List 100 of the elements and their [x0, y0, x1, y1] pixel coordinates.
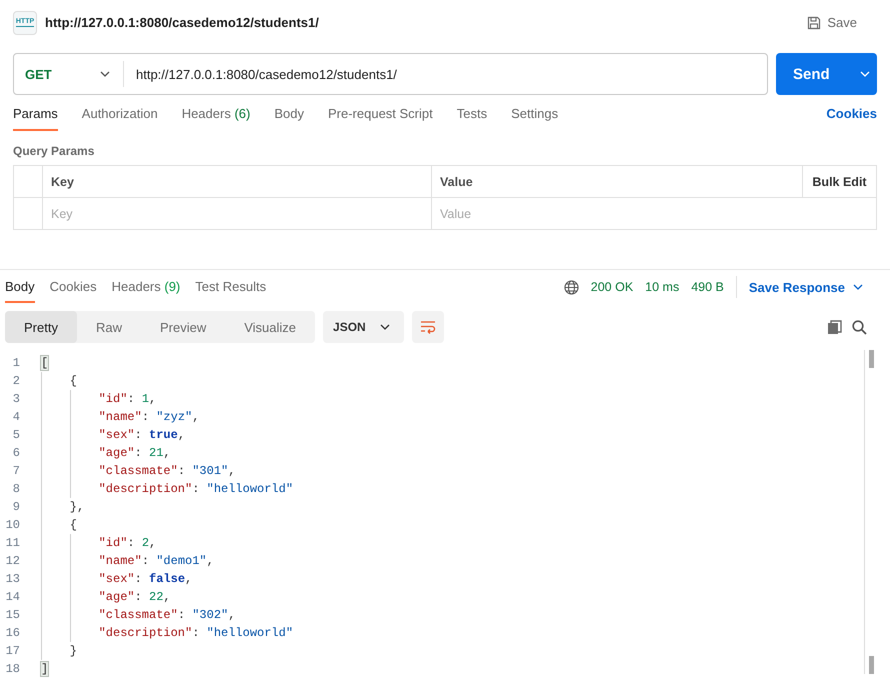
chevron-down-icon — [100, 71, 110, 77]
request-tab[interactable]: Pre-request Script — [328, 100, 433, 131]
line-number: 5 — [12, 427, 20, 444]
code-token: 2 — [142, 536, 150, 550]
line-number: 6 — [12, 445, 20, 462]
line-number: 1 — [12, 355, 20, 372]
line-number: 7 — [12, 463, 20, 480]
code-token: true — [149, 428, 178, 442]
code-token: } — [70, 644, 77, 658]
request-tab[interactable]: Tests — [456, 100, 488, 131]
code-token: : — [142, 554, 150, 568]
code-token: , — [206, 554, 214, 568]
code-token: [ — [41, 356, 48, 370]
status-code[interactable]: 200 OK — [590, 280, 634, 294]
chevron-down-icon[interactable] — [860, 71, 870, 77]
code-token: : — [192, 626, 200, 640]
response-size[interactable]: 490 B — [691, 280, 724, 294]
column-header: Key — [42, 166, 432, 198]
line-number: 13 — [4, 571, 20, 588]
save-button[interactable]: Save — [807, 11, 877, 34]
request-tab[interactable]: Headers (6) — [182, 100, 250, 131]
bulk-edit-button[interactable]: Bulk Edit — [802, 166, 876, 198]
code-token: , — [149, 536, 156, 550]
response-tab[interactable]: Cookies — [50, 271, 97, 303]
view-mode-tab[interactable]: Pretty — [5, 311, 77, 343]
code-token: : — [192, 482, 200, 496]
send-button[interactable]: Send — [776, 53, 877, 95]
response-tab[interactable]: Test Results — [195, 271, 266, 303]
save-icon — [807, 16, 822, 30]
code-token: "classmate" — [98, 464, 178, 478]
response-tab[interactable]: Body — [5, 271, 35, 303]
code-token: : — [127, 536, 136, 550]
request-tab[interactable]: Authorization — [82, 100, 158, 131]
code-token: "302" — [192, 608, 228, 622]
wrap-lines-icon[interactable] — [412, 311, 444, 343]
line-number: 17 — [4, 643, 20, 660]
code-token: : — [134, 446, 143, 460]
table-cell — [14, 198, 42, 230]
code-token: ] — [41, 662, 48, 676]
code-token: : — [134, 590, 143, 604]
globe-icon[interactable] — [564, 280, 579, 294]
code-token: 21 — [149, 446, 164, 460]
line-number: 11 — [4, 535, 20, 552]
view-mode-tab[interactable]: Raw — [76, 311, 141, 343]
code-token: "name" — [98, 410, 142, 424]
table-cell — [14, 166, 42, 198]
line-number: 8 — [12, 481, 20, 498]
request-tab[interactable]: Settings — [511, 100, 558, 131]
code-token: "sex" — [98, 572, 135, 586]
code-token: : — [142, 410, 150, 424]
code-token: "description" — [98, 482, 192, 496]
code-token: "301" — [192, 464, 228, 478]
code-token: false — [149, 572, 186, 586]
request-tab[interactable]: Params — [13, 100, 58, 131]
format-dropdown[interactable]: JSON — [323, 311, 404, 343]
code-token: "id" — [98, 392, 128, 406]
code-token: { — [70, 374, 77, 388]
response-tab[interactable]: Headers (9) — [112, 271, 180, 303]
code-token: , — [228, 464, 236, 478]
view-mode-tab[interactable]: Preview — [140, 311, 226, 343]
line-number: 12 — [4, 553, 20, 570]
code-token: : — [127, 392, 136, 406]
chevron-down-icon — [853, 284, 863, 290]
search-icon[interactable] — [852, 320, 867, 334]
code-token: , — [163, 590, 171, 604]
method-dropdown[interactable]: GET — [14, 61, 124, 87]
code-token: 22 — [149, 590, 164, 604]
line-number: 14 — [4, 589, 20, 606]
code-token: "helloworld" — [206, 626, 294, 640]
code-token: , — [163, 446, 171, 460]
section-title: Query Params — [13, 144, 96, 158]
code-token: "age" — [98, 446, 135, 460]
code-token: : — [134, 572, 143, 586]
view-mode-tab[interactable]: Visualize — [225, 311, 316, 343]
save-response-button[interactable]: Save Response — [748, 280, 885, 294]
code-token: , — [149, 392, 156, 406]
copy-icon[interactable] — [827, 320, 842, 334]
code-token: , — [178, 428, 186, 442]
cookies-link[interactable]: Cookies — [826, 106, 877, 131]
url-field[interactable]: http://127.0.0.1:8080/casedemo12/students1/ — [124, 66, 397, 82]
code-token: "id" — [98, 536, 128, 550]
code-token: 1 — [142, 392, 150, 406]
code-token: "helloworld" — [206, 482, 294, 496]
line-number: 10 — [4, 517, 20, 534]
request-title: http://127.0.0.1:8080/casedemo12/students1/ — [45, 15, 320, 30]
code-token: , — [192, 410, 200, 424]
line-number: 2 — [12, 373, 20, 390]
response-time[interactable]: 10 ms — [645, 280, 680, 294]
code-token: , — [228, 608, 236, 622]
line-number: 15 — [4, 607, 20, 624]
code-token: , — [185, 572, 192, 586]
column-header: Value — [432, 166, 802, 198]
code-token: : — [178, 608, 186, 622]
code-token: "zyz" — [156, 410, 192, 424]
line-number: 18 — [4, 661, 20, 678]
code-token: : — [134, 428, 143, 442]
code-token: : — [178, 464, 186, 478]
code-token: }, — [70, 500, 84, 514]
request-tab[interactable]: Body — [274, 100, 304, 131]
line-number: 3 — [12, 391, 20, 408]
